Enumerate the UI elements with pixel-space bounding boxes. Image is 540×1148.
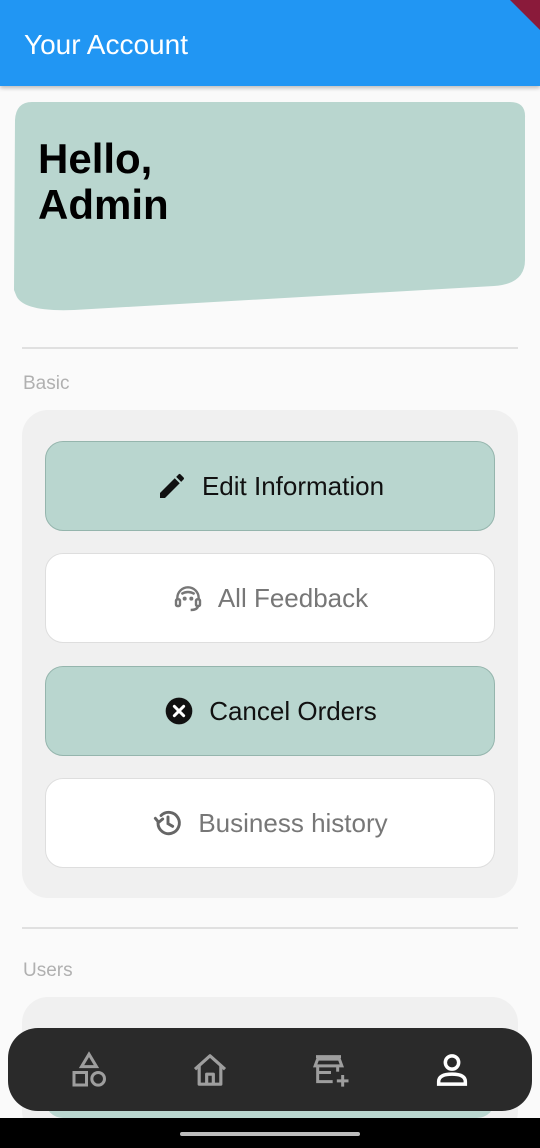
bottom-navigation [8,1028,532,1111]
greeting-text: Hello, Admin [38,136,338,228]
business-history-label: Business history [198,807,388,838]
history-icon [152,807,184,839]
nav-account[interactable] [422,1040,482,1100]
nav-categories[interactable] [59,1040,119,1100]
greeting-line-1: Hello, [38,135,153,182]
cancel-circle-icon [163,695,195,727]
nav-home[interactable] [180,1040,240,1100]
support-agent-icon [172,582,204,614]
add-store-icon [312,1054,348,1087]
page-title: Your Account [24,29,188,60]
business-history-button[interactable]: Business history [45,778,495,868]
cancel-orders-button[interactable]: Cancel Orders [45,666,495,756]
cancel-orders-label: Cancel Orders [209,695,377,726]
all-feedback-button[interactable]: All Feedback [45,553,495,643]
app-bar: Your Account [0,0,540,86]
divider [22,927,518,929]
nav-add-store[interactable] [301,1040,361,1100]
section-label-basic: Basic [23,373,70,394]
debug-banner [510,0,540,30]
category-shapes-icon [72,1050,106,1087]
divider [22,347,518,349]
greeting-user-name: Admin [38,181,169,228]
person-icon [436,1053,467,1086]
home-indicator[interactable] [180,1132,360,1136]
section-label-users: Users [23,960,73,981]
pencil-icon [156,470,188,502]
all-feedback-label: All Feedback [217,582,369,613]
edit-information-label: Edit Information [201,470,385,501]
edit-information-button[interactable]: Edit Information [45,441,495,531]
home-icon [193,1053,226,1086]
